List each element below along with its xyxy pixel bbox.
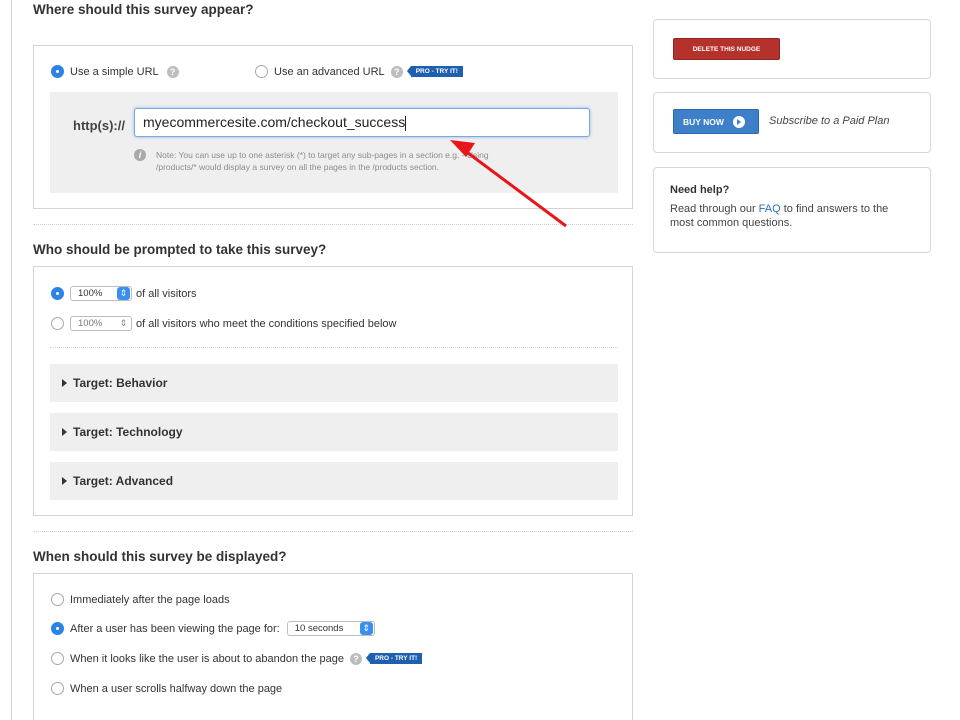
display-timing-box: Immediately after the page loads After a… <box>33 573 633 720</box>
conditional-visitors-radio[interactable] <box>51 317 64 330</box>
pro-badge[interactable]: PRO - TRY IT! <box>365 653 423 664</box>
delay-value: 10 seconds <box>294 623 344 634</box>
inner-divider <box>50 347 618 348</box>
section-title-appear: Where should this survey appear? <box>33 2 254 17</box>
all-visitors-percent-select[interactable]: 100% ⇕ <box>70 286 132 301</box>
section-divider <box>33 531 633 532</box>
text-cursor <box>405 115 407 131</box>
help-line2: most common questions. <box>670 217 793 229</box>
abandon-label: When it looks like the user is about to … <box>70 652 344 665</box>
url-input-value: myecommercesite.com/checkout_success <box>143 114 406 130</box>
simple-url-radio[interactable] <box>51 65 64 78</box>
help-prefix: Read through our <box>670 203 759 215</box>
immediately-label: Immediately after the page loads <box>70 593 230 606</box>
faq-link[interactable]: FAQ <box>759 203 781 215</box>
help-icon[interactable]: ? <box>349 652 362 665</box>
target-label: Target: Technology <box>73 425 183 439</box>
target-label: Target: Advanced <box>73 474 174 488</box>
arrow-right-circle-icon <box>732 115 745 128</box>
caret-right-icon <box>62 379 67 387</box>
url-note-line2: /products/* would display a survey on al… <box>156 162 440 172</box>
help-icon[interactable]: ? <box>390 65 403 78</box>
subscribe-text: Subscribe to a Paid Plan <box>769 115 890 127</box>
help-icon[interactable]: ? <box>166 65 179 78</box>
after-viewing-radio[interactable] <box>51 622 64 635</box>
buy-panel: BUY NOW Subscribe to a Paid Plan <box>653 92 931 153</box>
percent-value: 100% <box>78 288 103 299</box>
all-visitors-radio[interactable] <box>51 287 64 300</box>
immediately-radio[interactable] <box>51 593 64 606</box>
url-note-line1: Note: You can use up to one asterisk (*)… <box>156 150 489 160</box>
advanced-url-option[interactable]: Use an advanced URL ? PRO - TRY IT! <box>255 65 463 78</box>
buy-now-label: BUY NOW <box>683 116 724 127</box>
scroll-label: When a user scrolls halfway down the pag… <box>70 682 283 695</box>
percent-value: 100% <box>78 318 103 329</box>
url-prefix-label: http(s):// <box>73 118 125 133</box>
conditional-visitors-option[interactable]: 100% ⇕ of all visitors who meet the condi… <box>51 316 396 331</box>
info-icon: i <box>134 149 146 161</box>
all-visitors-option[interactable]: 100% ⇕ of all visitors <box>51 286 197 301</box>
help-suffix: to find answers to the <box>780 203 889 215</box>
target-behavior-toggle[interactable]: Target: Behavior <box>50 364 618 402</box>
url-note: Note: You can use up to one asterisk (*)… <box>156 149 489 173</box>
after-viewing-option[interactable]: After a user has been viewing the page f… <box>51 621 375 636</box>
advanced-url-label: Use an advanced URL <box>274 65 385 78</box>
abandon-radio[interactable] <box>51 652 64 665</box>
abandon-option[interactable]: When it looks like the user is about to … <box>51 652 423 665</box>
target-label: Target: Behavior <box>73 376 168 390</box>
stepper-icon: ⇕ <box>117 287 130 300</box>
target-technology-toggle[interactable]: Target: Technology <box>50 413 618 451</box>
simple-url-option[interactable]: Use a simple URL ? <box>51 65 179 78</box>
stepper-icon: ⇕ <box>119 318 128 328</box>
conditional-percent-select[interactable]: 100% ⇕ <box>70 316 132 331</box>
advanced-url-radio[interactable] <box>255 65 268 78</box>
simple-url-label: Use a simple URL <box>70 65 159 78</box>
visitors-box: 100% ⇕ of all visitors 100% ⇕ of all visit… <box>33 266 633 516</box>
section-divider <box>33 224 633 225</box>
immediately-option[interactable]: Immediately after the page loads <box>51 593 230 606</box>
delete-nudge-button[interactable]: DELETE THIS NUDGE <box>673 38 780 60</box>
pro-badge[interactable]: PRO - TRY IT! <box>406 66 463 77</box>
caret-right-icon <box>62 428 67 436</box>
url-input[interactable]: myecommercesite.com/checkout_success <box>134 108 590 137</box>
buy-now-button[interactable]: BUY NOW <box>673 109 759 134</box>
section-title-display: When should this survey be displayed? <box>33 549 287 564</box>
left-border <box>11 0 12 720</box>
scroll-option[interactable]: When a user scrolls halfway down the pag… <box>51 682 282 695</box>
url-settings-box: Use a simple URL ? Use an advanced URL ?… <box>33 45 633 209</box>
stepper-icon: ⇕ <box>359 622 373 635</box>
help-text: Read through our FAQ to find answers to … <box>670 202 888 230</box>
conditional-visitors-label: of all visitors who meet the conditions … <box>136 317 397 330</box>
help-title: Need help? <box>670 184 730 196</box>
delete-panel: DELETE THIS NUDGE <box>653 19 931 79</box>
url-input-panel: http(s):// myecommercesite.com/checkout_… <box>50 92 618 193</box>
section-title-visitors: Who should be prompted to take this surv… <box>33 242 327 257</box>
delay-select[interactable]: 10 seconds ⇕ <box>286 621 375 636</box>
scroll-radio[interactable] <box>51 682 64 695</box>
target-advanced-toggle[interactable]: Target: Advanced <box>50 462 618 500</box>
after-viewing-label: After a user has been viewing the page f… <box>70 622 280 635</box>
help-panel: Need help? Read through our FAQ to find … <box>653 167 931 253</box>
all-visitors-label: of all visitors <box>136 287 197 300</box>
caret-right-icon <box>62 477 67 485</box>
